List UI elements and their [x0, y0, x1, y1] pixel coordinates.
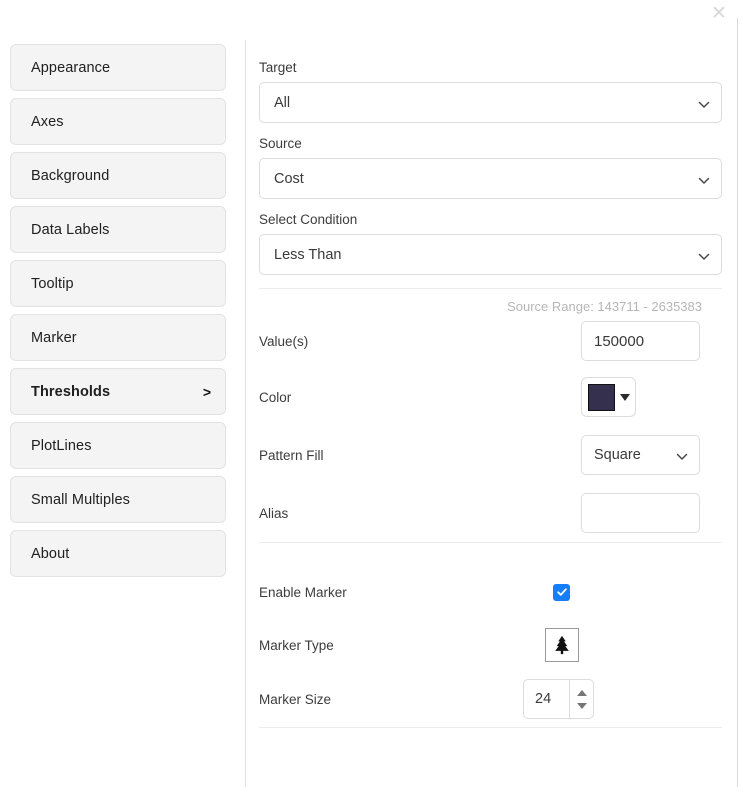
- section-divider: [259, 288, 722, 289]
- alias-input[interactable]: [581, 493, 700, 533]
- sidebar-item-appearance[interactable]: Appearance: [10, 44, 226, 91]
- values-label: Value(s): [259, 334, 308, 349]
- section-divider: [259, 542, 722, 543]
- caret-down-icon: [620, 394, 630, 401]
- enable-marker-label: Enable Marker: [259, 585, 347, 600]
- marker-type-button[interactable]: [545, 628, 579, 662]
- pattern-fill-row: Pattern Fill Square: [259, 426, 722, 484]
- section-divider: [259, 727, 722, 728]
- color-swatch: [588, 384, 615, 411]
- sidebar-item-label: Data Labels: [31, 222, 110, 238]
- sidebar-item-label: Background: [31, 168, 109, 184]
- pattern-fill-label: Pattern Fill: [259, 448, 324, 463]
- pattern-fill-control: Square: [581, 435, 722, 475]
- marker-size-label: Marker Size: [259, 692, 331, 707]
- values-input[interactable]: 150000: [581, 321, 700, 361]
- values-control: 150000: [581, 321, 722, 361]
- color-row: Color: [259, 368, 722, 426]
- target-label: Target: [259, 60, 722, 75]
- right-divider: [737, 18, 738, 787]
- target-select[interactable]: All: [259, 82, 722, 123]
- enable-marker-checkbox[interactable]: [553, 584, 570, 601]
- stepper-increment-icon[interactable]: [577, 690, 587, 696]
- marker-size-row: Marker Size 24: [259, 671, 722, 727]
- source-range-text: Source Range: 143711 - 2635383: [259, 299, 702, 314]
- evergreen-tree-icon: [551, 634, 573, 656]
- enable-marker-control: [553, 584, 722, 601]
- alias-label: Alias: [259, 506, 288, 521]
- color-picker-button[interactable]: [581, 377, 636, 417]
- pattern-fill-select[interactable]: Square: [581, 435, 700, 475]
- chevron-right-icon: >: [203, 384, 211, 400]
- source-label: Source: [259, 136, 722, 151]
- marker-type-row: Marker Type: [259, 619, 722, 671]
- condition-select[interactable]: Less Than: [259, 234, 722, 275]
- check-icon: [556, 586, 568, 598]
- marker-size-control: 24: [523, 679, 722, 719]
- sidebar-item-tooltip[interactable]: Tooltip: [10, 260, 226, 307]
- source-select-value[interactable]: Cost: [259, 158, 722, 199]
- alias-control: [581, 493, 722, 533]
- marker-type-label: Marker Type: [259, 638, 334, 653]
- sidebar-item-about[interactable]: About: [10, 530, 226, 577]
- sidebar-item-label: Tooltip: [31, 276, 74, 292]
- sidebar-item-label: Axes: [31, 114, 64, 130]
- color-control: [581, 377, 722, 417]
- threshold-settings-dialog: ✕ Appearance Axes Background Data Labels…: [0, 0, 742, 787]
- color-label: Color: [259, 390, 291, 405]
- condition-label: Select Condition: [259, 212, 722, 227]
- sidebar-item-data-labels[interactable]: Data Labels: [10, 206, 226, 253]
- values-row: Value(s) 150000: [259, 314, 722, 368]
- source-select[interactable]: Cost: [259, 158, 722, 199]
- sidebar-item-label: Marker: [31, 330, 77, 346]
- condition-select-value[interactable]: Less Than: [259, 234, 722, 275]
- sidebar-item-label: Appearance: [31, 60, 110, 76]
- sidebar-item-label: Thresholds: [31, 384, 110, 400]
- sidebar-item-axes[interactable]: Axes: [10, 98, 226, 145]
- stepper-decrement-icon[interactable]: [577, 703, 587, 709]
- sidebar-item-marker[interactable]: Marker: [10, 314, 226, 361]
- sidebar-item-label: About: [31, 546, 69, 562]
- sidebar-item-label: Small Multiples: [31, 492, 130, 508]
- marker-size-stepper[interactable]: 24: [523, 679, 594, 719]
- target-select-value[interactable]: All: [259, 82, 722, 123]
- marker-type-control: [545, 628, 722, 662]
- stepper-buttons: [569, 680, 593, 718]
- thresholds-form: Target All Source Cost Select Condition …: [259, 60, 722, 728]
- settings-sidebar: Appearance Axes Background Data Labels T…: [0, 40, 236, 584]
- close-icon[interactable]: ✕: [706, 0, 732, 26]
- sidebar-item-small-multiples[interactable]: Small Multiples: [10, 476, 226, 523]
- alias-row: Alias: [259, 484, 722, 542]
- marker-size-input[interactable]: 24: [524, 680, 569, 718]
- sidebar-content-divider: [245, 40, 246, 787]
- enable-marker-row: Enable Marker: [259, 565, 722, 619]
- sidebar-item-label: PlotLines: [31, 438, 92, 454]
- sidebar-item-thresholds[interactable]: Thresholds >: [10, 368, 226, 415]
- pattern-fill-value[interactable]: Square: [581, 435, 700, 475]
- sidebar-item-background[interactable]: Background: [10, 152, 226, 199]
- sidebar-item-plotlines[interactable]: PlotLines: [10, 422, 226, 469]
